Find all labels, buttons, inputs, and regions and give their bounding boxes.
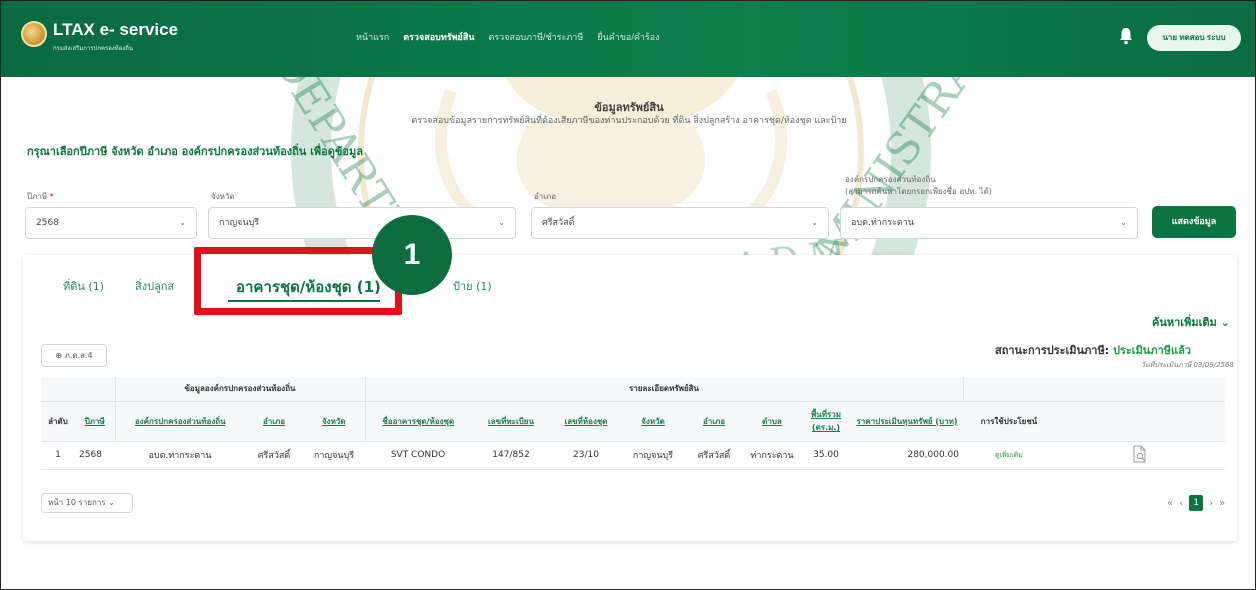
tab-building[interactable]: สิ่งปลูกส [135,277,174,295]
chevron-down-icon: ⌄ [1120,218,1127,227]
col-condo-name[interactable]: ชื่ออาคารชุด/ห้องชุด [364,401,471,442]
district-select-value: ศรีสวัสดิ์ [542,218,575,228]
col-actions [1055,401,1225,442]
col-district[interactable]: อำเภอ [245,401,303,442]
year-select-value: 2568 [36,218,59,228]
page-subtitle: ตรวจสอบข้อมูลรายการทรัพย์สินที่ต้องเสียภ… [411,116,847,126]
nav-item-tax[interactable]: ตรวจสอบภาษี/ชำระภาษี [488,30,583,44]
chevron-down-icon: ⌄ [1220,316,1230,329]
nav-item-property[interactable]: ตรวจสอบทรัพย์สิน [403,30,474,44]
province-select[interactable]: กาญจนบุรี ⌄ [208,207,516,239]
district-select[interactable]: ศรีสวัสดิ์ ⌄ [531,207,829,239]
col-appraisal[interactable]: ราคาประเมินทุนทรัพย์ (บาท) [851,401,963,442]
page-1-button[interactable]: 1 [1189,495,1204,511]
cell-registration-no: 147/852 [471,441,551,470]
assessment-date: วันที่ประเมินภาษี 03/09/2568 [1141,361,1234,369]
assessment-status: สถานะการประเมินภาษี: ประเมินภาษีแล้ว [995,341,1191,359]
col-usage: การใช้ประโยชน์ [963,401,1055,442]
app-window: DEPARTMENT ADMINISTRATION OF LOCAL ADM L… [0,0,1256,590]
page-size-value: หน้า 10 รายการ [48,498,106,507]
cell-district: ศรีสวัสดิ์ [245,441,303,470]
chevron-down-icon: ⌄ [179,218,186,227]
brand-title[interactable]: LTAX e- service [53,20,178,40]
download-icon: ⊕ [55,351,63,360]
status-label: สถานะการประเมินภาษี: [995,344,1110,357]
province-select-value: กาญจนบุรี [219,218,260,228]
status-value: ประเมินภาษีแล้ว [1112,344,1191,357]
cell-appraisal: 280,000.00 [851,441,963,470]
property-tabs: ที่ดิน (1) สิ่งปลูกส ป้าย (1) อาคารชุด/ห… [23,215,1237,315]
cell-actions [1055,441,1225,470]
notification-bell-icon[interactable] [1119,27,1133,45]
last-page-button[interactable]: » [1219,498,1225,509]
pagination: « ‹ 1 › » [1167,495,1225,511]
cell-detail-district: ศรีสวัสดิ์ [685,441,743,470]
main-nav: หน้าแรก ตรวจสอบทรัพย์สิน ตรวจสอบภาษี/ชำร… [356,30,660,44]
group-header-org: ข้อมูลองค์กรปกครองส่วนท้องถิ่น [114,377,365,402]
condo-table: ข้อมูลองค์กรปกครองส่วนท้องถิ่น รายละเอีย… [41,377,1225,470]
next-page-button[interactable]: › [1209,498,1213,509]
usage-details-link[interactable]: ดูเพิ่มเติม [963,441,1055,470]
col-province[interactable]: จังหวัด [303,401,365,442]
col-area[interactable]: พื้นที่รวม (ตร.ม.) [801,401,851,442]
cell-org: อบต.ท่ากระดาน [115,441,245,470]
cell-tax-year: 2568 [75,441,115,470]
table-row: 1 2568 อบต.ท่ากระดาน ศรีสวัสดิ์ กาญจนบุร… [41,441,1225,470]
tab-sign[interactable]: ป้าย (1) [453,277,492,295]
cell-index: 1 [41,441,75,470]
tab-land[interactable]: ที่ดิน (1) [63,277,104,295]
org-select-value: อบต.ท่ากระดาน [851,218,914,228]
brand-subtitle: กรมส่งเสริมการปกครองท้องถิ่น [53,46,133,52]
first-page-button[interactable]: « [1167,498,1173,509]
cell-province: กาญจนบุรี [303,441,365,470]
col-org[interactable]: องค์กรปกครองส่วนท้องถิ่น [114,401,245,442]
chevron-down-icon: ⌄ [108,498,115,507]
province-label: จังหวัด [211,192,235,201]
year-label: ปีภาษี * [27,192,54,201]
col-detail-district[interactable]: อำเภอ [685,401,743,442]
col-subdistrict[interactable]: ตำบล [743,401,801,442]
cell-detail-province: กาญจนบุรี [621,441,685,470]
year-select[interactable]: 2568 ⌄ [25,207,197,239]
col-detail-province[interactable]: จังหวัด [621,401,685,442]
org-select[interactable]: อบต.ท่ากระดาน ⌄ [840,207,1138,239]
user-menu-button[interactable]: นาย ทดสอบ ระบบ [1147,25,1241,51]
group-header-detail: รายละเอียดทรัพย์สิน [364,377,963,402]
col-index: ลำดับ [41,401,75,442]
chevron-down-icon: ⌄ [498,218,505,227]
cell-subdistrict: ท่ากระดาน [743,441,801,470]
document-search-icon[interactable] [1132,445,1148,463]
page-size-select[interactable]: หน้า 10 รายการ ⌄ [41,493,133,513]
chevron-down-icon: ⌄ [811,218,818,227]
col-tax-year[interactable]: ปีภาษี [75,401,115,442]
step-badge: 1 [372,215,452,295]
cell-condo-name: SVT CONDO [365,441,471,470]
cell-room-no: 23/10 [551,441,621,470]
cell-area: 35.00 [801,441,851,470]
org-hint: (สามารถค้นหาโดยกรอกเพียงชื่อ อปท. ได้) [845,187,992,196]
top-navigation-bar: LTAX e- service กรมส่งเสริมการปกครองท้อง… [1,1,1255,77]
annotation-highlight-box [194,247,402,315]
advanced-search-toggle[interactable]: ค้นหาเพิ่มเติม ⌄ [1152,313,1230,331]
prev-page-button[interactable]: ‹ [1179,498,1183,509]
show-data-button[interactable]: แสดงข้อมูล [1152,206,1236,238]
col-registration-no[interactable]: เลขที่ทะเบียน [471,401,551,442]
group-header-blank-right [962,377,1225,402]
advanced-search-label: ค้นหาเพิ่มเติม [1152,316,1217,329]
results-card: ที่ดิน (1) สิ่งปลูกส ป้าย (1) อาคารชุด/ห… [23,215,1237,541]
col-room-no[interactable]: เลขที่ห้องชุด [551,401,621,442]
pds4-label: ภ.ด.ส.4 [64,351,93,360]
filter-prompt: กรุณาเลือกปีภาษี จังหวัด อำเภอ องค์กรปกค… [27,145,363,158]
pds4-download-button[interactable]: ⊕ ภ.ด.ส.4 [41,344,107,367]
district-label: อำเภอ [534,192,557,201]
group-header-blank [41,377,115,402]
nav-item-home[interactable]: หน้าแรก [356,30,389,44]
nav-item-request[interactable]: ยื่นคำขอ/คำร้อง [597,30,659,44]
ltax-logo-icon[interactable] [21,21,47,47]
